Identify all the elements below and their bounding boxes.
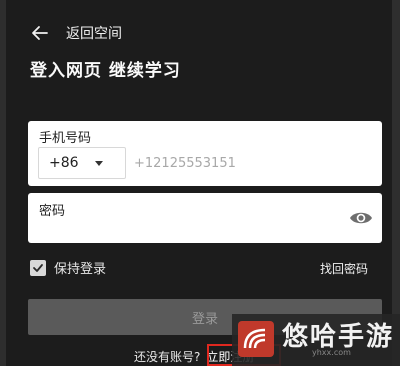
check-icon[interactable] [30, 259, 46, 276]
signup-prompt: 还没有账号? [134, 350, 201, 364]
chevron-down-icon [94, 160, 103, 166]
remember-login-checkbox[interactable]: 保持登录 [30, 258, 106, 277]
phone-label: 手机号码 [39, 131, 92, 146]
back-arrow-icon[interactable] [30, 22, 52, 44]
remember-label: 保持登录 [54, 262, 107, 277]
forgot-password-link[interactable]: 找回密码 [320, 260, 368, 277]
back-button[interactable]: 返回空间 [30, 20, 122, 46]
back-label[interactable]: 返回空间 [66, 23, 122, 43]
phone-input[interactable] [134, 147, 364, 179]
password-field-card: 密码 [28, 193, 382, 243]
login-panel: 返回空间 登入网页 继续学习 手机号码 +86 密码 保持登录 找回密码 [6, 0, 392, 366]
watermark-logo [238, 321, 274, 357]
phone-field-card: 手机号码 +86 [28, 121, 382, 186]
login-button-label: 登录 [191, 311, 218, 327]
country-code-value: +86 [49, 155, 79, 171]
watermark-url: yhxx.com [312, 348, 351, 357]
page-title: 登入网页 继续学习 [30, 61, 181, 81]
password-label: 密码 [39, 204, 66, 219]
watermark: 悠哈手游 yhxx.com [232, 314, 400, 366]
password-input[interactable] [39, 219, 329, 239]
eye-icon[interactable] [349, 208, 373, 228]
country-code-select[interactable]: +86 [38, 147, 126, 179]
